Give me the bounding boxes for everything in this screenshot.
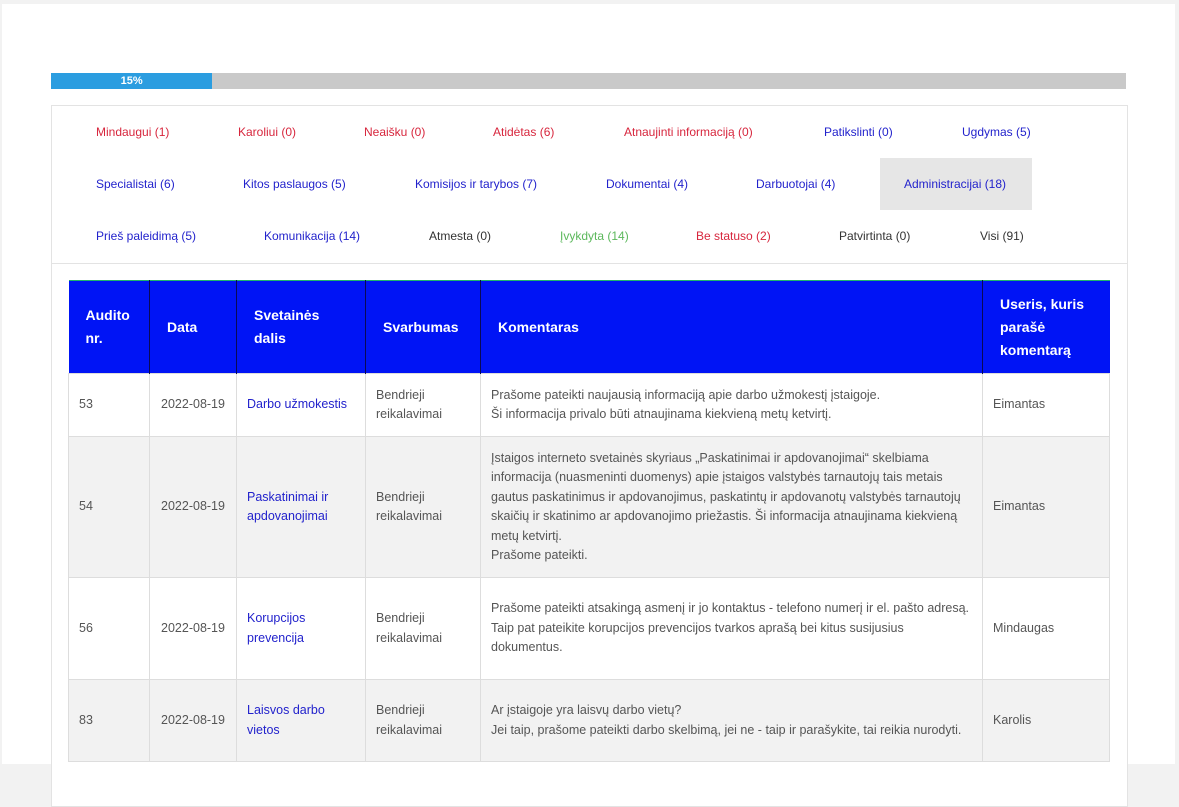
cell-importance: Bendrieji reikalavimai	[365, 436, 481, 578]
cell-user: Eimantas	[982, 436, 1110, 578]
filter-ivykdyta[interactable]: Įvykdyta (14)	[536, 210, 653, 262]
table-row: 56 2022-08-19 Korupcijos prevencija Bend…	[68, 577, 1110, 680]
cell-section-link[interactable]: Darbo užmokestis	[236, 373, 366, 437]
cell-audit-nr: 53	[68, 373, 150, 437]
comment-line: Ši informacija privalo būti atnaujinama …	[491, 407, 832, 421]
cell-comment: Prašome pateikti atsakingą asmenį ir jo …	[480, 577, 983, 680]
cell-comment: Ar įstaigoje yra laisvų darbo vietų? Jei…	[480, 679, 983, 762]
col-header-user[interactable]: Useris, kuris parašė komentarą	[982, 280, 1110, 374]
cell-date: 2022-08-19	[149, 373, 237, 437]
filter-pries-paleidima[interactable]: Prieš paleidimą (5)	[72, 210, 220, 262]
filter-specialistai[interactable]: Specialistai (6)	[72, 158, 199, 210]
filter-patvirtinta[interactable]: Patvirtinta (0)	[815, 210, 934, 262]
audit-table: Audito nr. Data Svetainės dalis Svarbuma…	[68, 280, 1110, 762]
col-header-importance[interactable]: Svarbumas	[365, 280, 481, 374]
table-row: 53 2022-08-19 Darbo užmokestis Bendrieji…	[68, 373, 1110, 437]
progress-bar: 15%	[51, 73, 1126, 89]
cell-section-link[interactable]: Korupcijos prevencija	[236, 577, 366, 680]
cell-importance: Bendrieji reikalavimai	[365, 373, 481, 437]
cell-user: Karolis	[982, 679, 1110, 762]
cell-comment: Prašome pateikti naujausią informaciją a…	[480, 373, 983, 437]
comment-line: Prašome pateikti naujausią informaciją a…	[491, 387, 881, 402]
filter-mindaugui[interactable]: Mindaugui (1)	[72, 106, 193, 158]
cell-user: Mindaugas	[982, 577, 1110, 680]
cell-importance: Bendrieji reikalavimai	[365, 679, 481, 762]
filter-kitos-paslaugos[interactable]: Kitos paslaugos (5)	[219, 158, 370, 210]
col-header-date[interactable]: Data	[149, 280, 237, 374]
cell-audit-nr: 56	[68, 577, 150, 680]
filter-tabs: Mindaugui (1) Karoliui (0) Neaišku (0) A…	[52, 106, 1127, 264]
comment-line: Jei taip, prašome pateikti darbo skelbim…	[491, 722, 962, 737]
col-header-section[interactable]: Svetainės dalis	[236, 280, 366, 374]
cell-audit-nr: 83	[68, 679, 150, 762]
filter-karoliui[interactable]: Karoliui (0)	[214, 106, 320, 158]
comment-line: Ar įstaigoje yra laisvų darbo vietų?	[491, 703, 682, 717]
table-row: 83 2022-08-19 Laisvos darbo vietos Bendr…	[68, 679, 1110, 762]
comment-line: Taip pat pateikite korupcijos prevencijo…	[491, 620, 904, 655]
filter-komisijos[interactable]: Komisijos ir tarybos (7)	[391, 158, 561, 210]
col-header-audit-nr[interactable]: Audito nr.	[68, 280, 150, 374]
filter-administracijai[interactable]: Administracijai (18)	[880, 158, 1032, 210]
table-header-row: Audito nr. Data Svetainės dalis Svarbuma…	[68, 280, 1110, 374]
comment-line: Prašome pateikti atsakingą asmenį ir jo …	[491, 601, 970, 616]
filter-visi[interactable]: Visi (91)	[956, 210, 1048, 262]
filter-neaisku[interactable]: Neaišku (0)	[340, 106, 449, 158]
cell-user: Eimantas	[982, 373, 1110, 437]
filter-be-statuso[interactable]: Be statuso (2)	[672, 210, 795, 262]
col-header-comment[interactable]: Komentaras	[480, 280, 983, 374]
page-container: 15% Mindaugui (1) Karoliui (0) Neaišku (…	[2, 4, 1175, 807]
filter-komunikacija[interactable]: Komunikacija (14)	[240, 210, 384, 262]
cell-section-link[interactable]: Paskatinimai ir apdovanojimai	[236, 436, 366, 578]
cell-date: 2022-08-19	[149, 577, 237, 680]
cell-comment: Įstaigos interneto svetainės skyriaus „P…	[480, 436, 983, 578]
filter-ugdymas[interactable]: Ugdymas (5)	[938, 106, 1055, 158]
cell-date: 2022-08-19	[149, 679, 237, 762]
cell-audit-nr: 54	[68, 436, 150, 578]
cell-importance: Bendrieji reikalavimai	[365, 577, 481, 680]
filter-atmesta[interactable]: Atmesta (0)	[405, 210, 515, 262]
filter-atidetas[interactable]: Atidėtas (6)	[469, 106, 578, 158]
progress-fill: 15%	[51, 73, 213, 89]
filter-atnaujinti[interactable]: Atnaujinti informaciją (0)	[600, 106, 777, 158]
audit-panel: Mindaugui (1) Karoliui (0) Neaišku (0) A…	[51, 105, 1128, 807]
table-row: 54 2022-08-19 Paskatinimai ir apdovanoji…	[68, 436, 1110, 578]
cell-section-link[interactable]: Laisvos darbo vietos	[236, 679, 366, 762]
cell-date: 2022-08-19	[149, 436, 237, 578]
comment-line: Prašome pateikti.	[491, 548, 588, 562]
filter-darbuotojai[interactable]: Darbuotojai (4)	[732, 158, 859, 210]
filter-dokumentai[interactable]: Dokumentai (4)	[582, 158, 712, 210]
comment-line: Įstaigos interneto svetainės skyriaus „P…	[491, 450, 961, 543]
filter-patikslinti[interactable]: Patikslinti (0)	[800, 106, 917, 158]
